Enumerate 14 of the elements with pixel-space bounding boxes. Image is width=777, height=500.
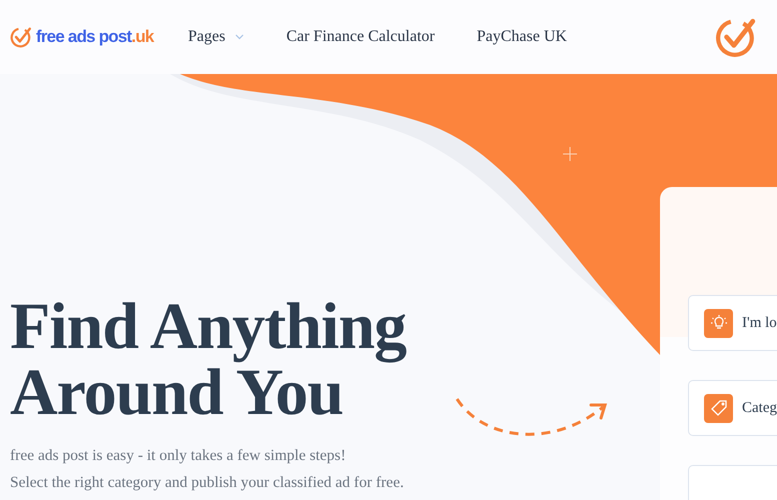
checkmark-icon bbox=[715, 16, 757, 58]
nav-link[interactable]: PayChase UK bbox=[476, 28, 567, 46]
search-field[interactable]: Categ bbox=[688, 380, 777, 436]
search-field[interactable]: I'm lo bbox=[688, 295, 777, 351]
hero-heading: Find Anything Around You bbox=[10, 294, 406, 426]
nav-link[interactable]: Car Finance Calculator bbox=[286, 28, 435, 46]
chevron-down-icon bbox=[235, 34, 244, 40]
hero-text: free ads post is easy - it only takes a few simple steps! bbox=[10, 446, 347, 466]
hero-text: Select the right category and publish your classified ad for free. bbox=[10, 473, 405, 493]
nav-link[interactable]: Pages bbox=[188, 28, 244, 46]
checkmark-logo-icon bbox=[10, 26, 32, 48]
logo-text[interactable]: free ads post.uk bbox=[36, 27, 154, 47]
lightbulb-icon bbox=[704, 308, 733, 338]
tag-icon bbox=[704, 394, 733, 422]
